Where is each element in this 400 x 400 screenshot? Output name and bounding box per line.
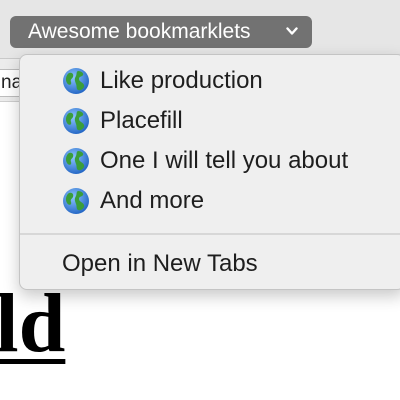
bookmark-folder-menu: Like production Placefill One I will tel… <box>19 54 400 290</box>
menu-item-placefill[interactable]: Placefill <box>20 101 400 141</box>
page-heading[interactable]: eld <box>0 276 65 372</box>
bookmarks-bar: Awesome bookmarklets <box>0 0 400 58</box>
bookmark-folder-label: Awesome bookmarklets <box>28 20 251 43</box>
bookmark-folder-button[interactable]: Awesome bookmarklets <box>10 16 312 48</box>
globe-icon <box>63 148 89 174</box>
page-heading-text: eld <box>0 277 66 370</box>
menu-item-label: And more <box>100 187 205 214</box>
browser-window: Awesome bookmarklets na eld <box>0 0 400 400</box>
globe-icon <box>63 108 89 134</box>
menu-item-one-i-will-tell-you-about[interactable]: One I will tell you about <box>20 141 400 181</box>
globe-icon <box>63 68 89 94</box>
menu-item-label: One I will tell you about <box>100 147 349 174</box>
globe-icon <box>63 188 89 214</box>
menu-item-label: Placefill <box>100 107 183 134</box>
menu-item-and-more[interactable]: And more <box>20 181 400 221</box>
menu-separator <box>20 233 400 235</box>
open-in-new-tabs-item[interactable]: Open in New Tabs <box>62 244 258 284</box>
menu-item-label: Like production <box>100 67 263 94</box>
open-in-new-tabs-label: Open in New Tabs <box>62 250 258 277</box>
menu-item-like-production[interactable]: Like production <box>20 61 400 101</box>
chevron-down-icon <box>286 27 298 35</box>
